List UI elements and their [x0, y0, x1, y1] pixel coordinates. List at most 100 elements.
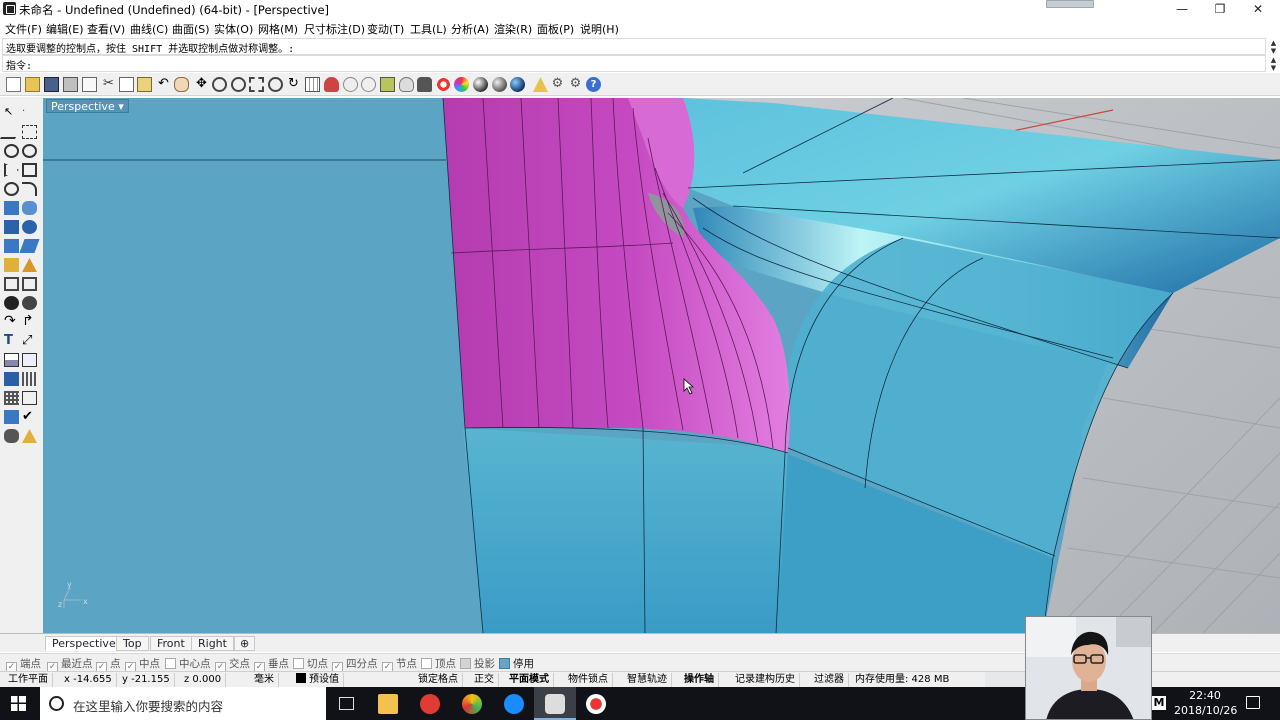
rectangle-icon[interactable]	[22, 163, 37, 177]
polygon-icon[interactable]	[4, 163, 19, 177]
open-folder-icon[interactable]	[25, 77, 40, 92]
mesh-icon[interactable]	[4, 258, 19, 272]
select-arrow-icon[interactable]: ↖	[4, 106, 19, 120]
status-planar[interactable]: 平面模式	[505, 673, 554, 687]
perspective-viewport[interactable]: x y z Perspective ▾	[43, 98, 1280, 633]
menu-file[interactable]: 文件(F)	[5, 21, 42, 37]
rebuild-icon[interactable]	[22, 391, 37, 405]
snap-target-icon[interactable]	[436, 77, 451, 92]
netease-music-icon[interactable]	[420, 694, 440, 714]
close-button[interactable]: ✕	[1238, 0, 1278, 19]
select-icon[interactable]	[380, 77, 395, 92]
history-scroll-up-icon[interactable]: ▲ ▼	[1268, 39, 1279, 55]
analyze-icon[interactable]	[4, 410, 19, 424]
lock-icon[interactable]	[417, 77, 432, 92]
minimize-button[interactable]: —	[1162, 0, 1202, 19]
menu-view[interactable]: 查看(V)	[87, 21, 125, 37]
zoom-selected-icon[interactable]	[268, 77, 283, 92]
array-icon[interactable]	[22, 372, 37, 386]
browser-icon[interactable]	[462, 694, 482, 714]
menu-mesh[interactable]: 网格(M)	[258, 21, 298, 37]
boolean-icon[interactable]	[4, 296, 19, 310]
undo-icon[interactable]: ↶	[156, 77, 171, 92]
drafting-icon[interactable]	[22, 429, 37, 443]
sweep-icon[interactable]	[19, 239, 40, 253]
status-units[interactable]: 毫米	[250, 673, 279, 687]
menu-dimension[interactable]: 尺寸标注(D)	[304, 21, 365, 37]
pencil-icon[interactable]	[533, 77, 548, 92]
menu-transform[interactable]: 变动(T)	[367, 21, 404, 37]
viewport-title-tab[interactable]: Perspective ▾	[46, 99, 129, 113]
osnap-vertex[interactable]: 顶点	[421, 656, 456, 671]
import-icon[interactable]	[82, 77, 97, 92]
cplane-icon[interactable]	[361, 77, 376, 92]
ellipse-icon[interactable]	[22, 144, 37, 158]
check-icon[interactable]: ✔	[22, 410, 37, 424]
group-icon[interactable]	[22, 353, 37, 367]
four-view-icon[interactable]	[305, 77, 320, 92]
sphere-icon[interactable]	[22, 220, 37, 234]
surface-edge-icon[interactable]	[22, 201, 37, 215]
tab-perspective[interactable]: Perspective	[45, 636, 123, 651]
options-gear-icon[interactable]: ⚙	[568, 77, 583, 92]
print-icon[interactable]	[63, 77, 78, 92]
osnap-center[interactable]: 中心点	[165, 656, 211, 671]
menu-help[interactable]: 说明(H)	[580, 21, 619, 37]
status-layer[interactable]: 预设值	[292, 673, 344, 687]
cplane-tool-icon[interactable]	[4, 277, 19, 291]
color-wheel-icon[interactable]	[454, 77, 469, 92]
paste-icon[interactable]	[137, 77, 152, 92]
tab-front[interactable]: Front	[150, 636, 192, 651]
file-explorer-icon[interactable]	[378, 694, 398, 714]
fillet-solid-icon[interactable]	[22, 296, 37, 310]
material-sphere-icon[interactable]	[510, 77, 525, 92]
zoom-extents-icon[interactable]	[249, 77, 264, 92]
render-tool-icon[interactable]	[4, 429, 19, 443]
status-cplane[interactable]: 工作平面	[4, 673, 53, 687]
clock-date[interactable]: 2018/10/26	[1174, 704, 1237, 717]
dimension-icon[interactable]: ⤢	[22, 334, 37, 348]
qq-browser-icon[interactable]	[504, 694, 524, 714]
task-view-icon[interactable]	[339, 697, 354, 710]
status-ortho[interactable]: 正交	[470, 673, 499, 687]
maximize-button[interactable]: ❐	[1200, 0, 1240, 19]
viewport-menu-arrow-icon[interactable]: ▾	[118, 100, 124, 113]
tab-top[interactable]: Top	[116, 636, 149, 651]
circle-icon[interactable]	[4, 144, 19, 158]
rotate-view-icon[interactable]: ↻	[286, 77, 301, 92]
menu-tools[interactable]: 工具(L)	[410, 21, 447, 37]
zoom-icon[interactable]	[212, 77, 227, 92]
menu-surface[interactable]: 曲面(S)	[172, 21, 210, 37]
windows-start-icon[interactable]	[11, 696, 26, 711]
floating-mini-toolbar[interactable]	[1046, 0, 1094, 8]
render-sphere-icon[interactable]	[473, 77, 488, 92]
status-gumball[interactable]: 操作轴	[680, 673, 719, 687]
zoom-window-icon[interactable]	[231, 77, 246, 92]
cut-icon[interactable]: ✂	[101, 77, 116, 92]
save-icon[interactable]	[44, 77, 59, 92]
status-smarttrack[interactable]: 智慧轨迹	[623, 673, 672, 687]
fillet-curve-icon[interactable]: ↷	[4, 314, 19, 329]
rhino-taskbar-button[interactable]	[534, 687, 576, 720]
status-record-history[interactable]: 记录建构历史	[731, 673, 800, 687]
control-points-icon[interactable]	[4, 391, 19, 405]
set-view-icon[interactable]	[22, 277, 37, 291]
copy-icon[interactable]	[119, 77, 134, 92]
status-osnap[interactable]: 物件锁点	[564, 673, 613, 687]
menu-panels[interactable]: 面板(P)	[537, 21, 574, 37]
cage-icon[interactable]	[4, 372, 19, 386]
help-icon[interactable]: ?	[586, 77, 601, 92]
ime-icon[interactable]: M	[1152, 696, 1166, 710]
menu-render[interactable]: 渲染(R)	[494, 21, 532, 37]
taskbar-search-box[interactable]: 在这里输入你要搜索的内容	[40, 687, 326, 720]
curve-icon[interactable]	[22, 182, 37, 196]
command-scroll-icon[interactable]: ▲ ▼	[1268, 56, 1279, 72]
new-file-icon[interactable]	[6, 77, 21, 92]
box-icon[interactable]	[4, 220, 19, 234]
menu-solid[interactable]: 实体(O)	[214, 21, 253, 37]
arc-icon[interactable]	[4, 182, 19, 196]
light-bulb-icon[interactable]	[399, 77, 414, 92]
add-viewport-tab-icon[interactable]: ⊕	[234, 636, 256, 651]
surface-icon[interactable]	[4, 201, 19, 215]
osnap-project[interactable]: 投影	[460, 656, 495, 671]
